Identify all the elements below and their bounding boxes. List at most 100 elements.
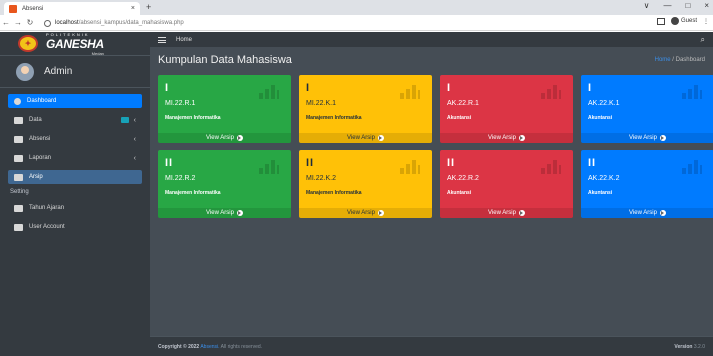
user-icon xyxy=(14,135,23,143)
class-code: MI.22.K.2 xyxy=(306,175,336,182)
view-arsip-link[interactable]: View Arsip xyxy=(299,208,432,218)
table-icon xyxy=(14,154,23,162)
view-arsip-link[interactable]: View Arsip xyxy=(299,133,432,143)
window-controls: ∨ — □ × xyxy=(644,1,709,10)
study-program: Manajemen Informatika xyxy=(165,190,221,196)
view-arsip-link[interactable]: View Arsip xyxy=(440,133,573,143)
back-arrow-icon[interactable]: ← xyxy=(0,18,12,27)
palette-icon xyxy=(14,97,21,105)
content-header: Kumpulan Data Mahasiswa Home / Dashboard xyxy=(150,47,713,73)
arrow-circle-right-icon xyxy=(659,135,666,141)
breadcrumb-current: Dashboard xyxy=(675,57,705,63)
close-window-button[interactable]: × xyxy=(704,1,709,10)
page-title: Kumpulan Data Mahasiswa xyxy=(158,54,292,66)
copyright-suffix: All rights reserved. xyxy=(220,343,263,350)
user-panel[interactable]: Admin xyxy=(0,56,150,88)
view-arsip-link[interactable]: View Arsip xyxy=(440,208,573,218)
browser-tab[interactable]: Absensi × xyxy=(4,2,140,15)
tab-search-icon[interactable]: ∨ xyxy=(644,1,650,10)
version-info: Version 3.2.0 xyxy=(674,344,705,350)
menu-toggle-icon[interactable] xyxy=(158,36,166,43)
site-info-icon[interactable] xyxy=(44,19,51,27)
brand-logo[interactable]: ✦ POLITEKNIK GANESHA Medan xyxy=(0,32,150,56)
study-program: Akuntansi xyxy=(447,115,472,121)
id-card-icon xyxy=(14,223,23,231)
chevron-left-icon: ‹ xyxy=(133,135,136,143)
logo-sub-text: Medan xyxy=(91,50,104,56)
semester-number: II xyxy=(165,157,174,169)
view-arsip-link[interactable]: View Arsip xyxy=(581,133,713,143)
view-arsip-label: View Arsip xyxy=(629,135,657,141)
chevron-left-icon: ‹ xyxy=(133,116,136,124)
minimize-button[interactable]: — xyxy=(663,1,671,10)
user-name: Admin xyxy=(44,66,73,77)
semester-number: I xyxy=(165,82,170,94)
sidebar-item-label: Arsip xyxy=(29,174,43,180)
sidebar-item-data[interactable]: Data ‹ xyxy=(8,113,142,127)
sidebar-item-label: Laporan xyxy=(29,155,52,161)
sidebar-item-label: Data xyxy=(29,117,42,123)
favicon-icon xyxy=(9,4,17,13)
sidebar-item-label: Dashboard xyxy=(27,98,57,104)
bar-chart-icon xyxy=(400,160,420,174)
view-arsip-label: View Arsip xyxy=(488,135,516,141)
maximize-button[interactable]: □ xyxy=(685,1,690,10)
class-card: I AK.22.K.1 Akuntansi View Arsip xyxy=(581,75,713,143)
class-card: I AK.22.R.1 Akuntansi View Arsip xyxy=(440,75,573,143)
view-arsip-label: View Arsip xyxy=(488,210,516,216)
arrow-circle-right-icon xyxy=(518,135,525,141)
view-arsip-label: View Arsip xyxy=(206,135,234,141)
sidebar-item-tahun-ajaran[interactable]: Tahun Ajaran xyxy=(8,201,142,215)
version-value: 3.2.0 xyxy=(693,343,705,350)
bar-chart-icon xyxy=(541,160,561,174)
reload-icon[interactable]: ↻ xyxy=(24,18,36,27)
forward-arrow-icon[interactable]: → xyxy=(12,18,24,27)
footer-brand-link[interactable]: Absensi. xyxy=(200,344,219,350)
arrow-circle-right-icon xyxy=(236,135,243,141)
sidebar-item-arsip[interactable]: Arsip xyxy=(8,170,142,184)
sidebar-item-laporan[interactable]: Laporan ‹ xyxy=(8,151,142,165)
chevron-left-icon: ‹ xyxy=(133,154,136,162)
breadcrumb: Home / Dashboard xyxy=(655,57,705,63)
sidebar-item-user-account[interactable]: User Account xyxy=(8,220,142,234)
breadcrumb-home[interactable]: Home xyxy=(655,57,671,63)
semester-number: I xyxy=(447,82,452,94)
tab-title: Absensi xyxy=(22,5,44,12)
url-path: /absensi_kampus/data_mahasiswa.php xyxy=(78,20,184,26)
url-host: localhost xyxy=(55,20,79,26)
tab-close-icon[interactable]: × xyxy=(131,5,135,12)
url-field[interactable]: localhost /absensi_kampus/data_mahasiswa… xyxy=(44,17,603,29)
study-program: Akuntansi xyxy=(588,115,613,121)
sidebar-item-dashboard[interactable]: Dashboard xyxy=(8,94,142,108)
view-arsip-label: View Arsip xyxy=(347,210,375,216)
tab-layout-icon[interactable] xyxy=(656,17,665,25)
class-code: MI.22.R.1 xyxy=(165,100,196,107)
view-arsip-link[interactable]: View Arsip xyxy=(158,133,291,143)
class-card: II AK.22.K.2 Akuntansi View Arsip xyxy=(581,150,713,218)
logo-emblem-icon: ✦ xyxy=(18,35,38,52)
view-arsip-label: View Arsip xyxy=(629,210,657,216)
semester-number: II xyxy=(306,157,315,169)
bar-chart-icon xyxy=(259,85,279,99)
class-code: AK.22.K.2 xyxy=(588,175,620,182)
view-arsip-label: View Arsip xyxy=(347,135,375,141)
class-code: AK.22.K.1 xyxy=(588,100,620,107)
view-arsip-link[interactable]: View Arsip xyxy=(158,208,291,218)
search-icon[interactable]: ⌕ xyxy=(701,35,705,45)
logo-main-text: GANESHA xyxy=(46,36,104,51)
sidebar: ✦ POLITEKNIK GANESHA Medan Admin Dashboa… xyxy=(0,32,150,356)
arrow-circle-right-icon xyxy=(377,210,384,216)
class-code: AK.22.R.1 xyxy=(447,100,479,107)
arrow-circle-right-icon xyxy=(659,210,666,216)
browser-menu-icon[interactable]: ⋮ xyxy=(703,18,709,25)
bar-chart-icon xyxy=(259,160,279,174)
profile-button[interactable]: Guest xyxy=(670,17,697,25)
class-card: II MI.22.K.2 Manajemen Informatika View … xyxy=(299,150,432,218)
view-arsip-link[interactable]: View Arsip xyxy=(581,208,713,218)
page-footer: Copyright © 2022 Absensi. All rights res… xyxy=(150,336,713,356)
sidebar-item-absensi[interactable]: Absensi ‹ xyxy=(8,132,142,146)
nav-home-link[interactable]: Home xyxy=(176,37,701,43)
class-code: MI.22.R.2 xyxy=(165,175,196,182)
new-tab-button[interactable]: + xyxy=(146,2,151,12)
version-label: Version xyxy=(674,343,693,350)
